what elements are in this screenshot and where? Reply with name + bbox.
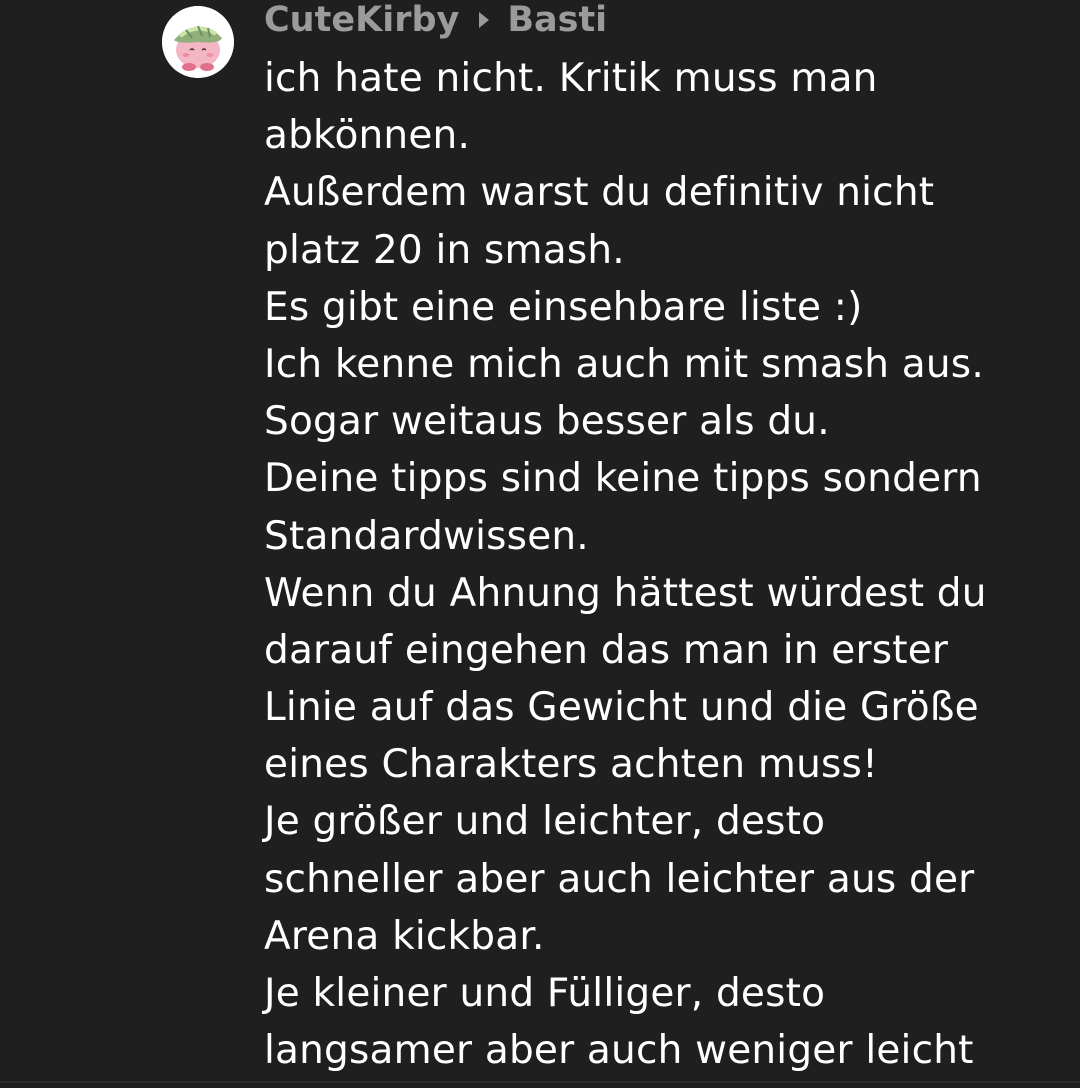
comment-line: Sogar weitaus besser als du. bbox=[264, 399, 830, 445]
comment-line: Wenn du Ahnung hättest würdest du bbox=[264, 570, 987, 616]
avatar[interactable] bbox=[162, 6, 234, 78]
comment-line: langsamer aber auch weniger leicht bbox=[264, 1028, 974, 1074]
comment-line: Arena kickbar. bbox=[264, 913, 545, 959]
comment-line: darauf eingehen das man in erster bbox=[264, 627, 949, 673]
comment-line: Je größer und leichter, desto bbox=[264, 799, 826, 845]
comment-line: eines Charakters achten muss! bbox=[264, 742, 878, 788]
comment-line: Standardwissen. bbox=[264, 513, 589, 559]
comment-line: schneller aber auch leichter aus der bbox=[264, 856, 975, 902]
comment-line: Ich kenne mich auch mit smash aus. bbox=[264, 341, 984, 387]
comment-line: Es gibt eine einsehbare liste :) bbox=[264, 284, 863, 330]
divider bbox=[0, 1081, 1080, 1083]
comment-line: Linie auf das Gewicht und die Größe bbox=[264, 685, 979, 731]
author-name[interactable]: CuteKirby bbox=[264, 0, 459, 40]
comment-line: abkönnen. bbox=[264, 113, 471, 159]
comment-body: ich hate nicht. Kritik muss man abkönnen… bbox=[264, 50, 1064, 1079]
comment-line: Deine tipps sind keine tipps sondern bbox=[264, 456, 982, 502]
kirby-avatar-icon bbox=[162, 6, 234, 78]
comment-line: Je kleiner und Fülliger, desto bbox=[264, 971, 826, 1016]
comment-line: platz 20 in smash. bbox=[264, 227, 625, 273]
comment-header: CuteKirby Basti bbox=[264, 0, 607, 40]
comment: CuteKirby Basti ich hate nicht. Kritik m… bbox=[0, 0, 1080, 1088]
reply-arrow-icon bbox=[479, 12, 490, 28]
recipient-name[interactable]: Basti bbox=[507, 0, 607, 40]
comment-line: ich hate nicht. Kritik muss man bbox=[264, 56, 878, 101]
comment-line: Außerdem warst du definitiv nicht bbox=[264, 170, 935, 216]
